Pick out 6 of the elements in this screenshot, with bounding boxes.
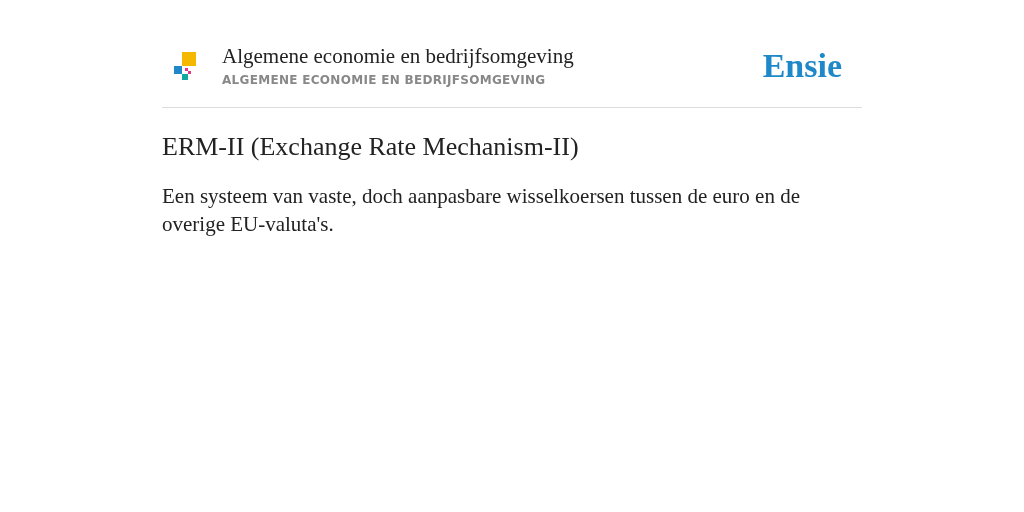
entry-definition: Een systeem van vaste, doch aanpasbare wisselkoersen tussen de euro en de overige EU-valuta's. [162, 183, 801, 238]
category-title: Algemene economie en bedrijfsomgeving [222, 44, 575, 69]
logo-icon [174, 51, 196, 80]
entry-heading: ERM-II (Exchange Rate Mechanism-II) [162, 132, 580, 162]
brand-logo[interactable]: Ensie [762, 46, 842, 85]
category-subtitle: ALGEMENE ECONOMIE EN BEDRIJFSOMGEVING [222, 73, 547, 87]
